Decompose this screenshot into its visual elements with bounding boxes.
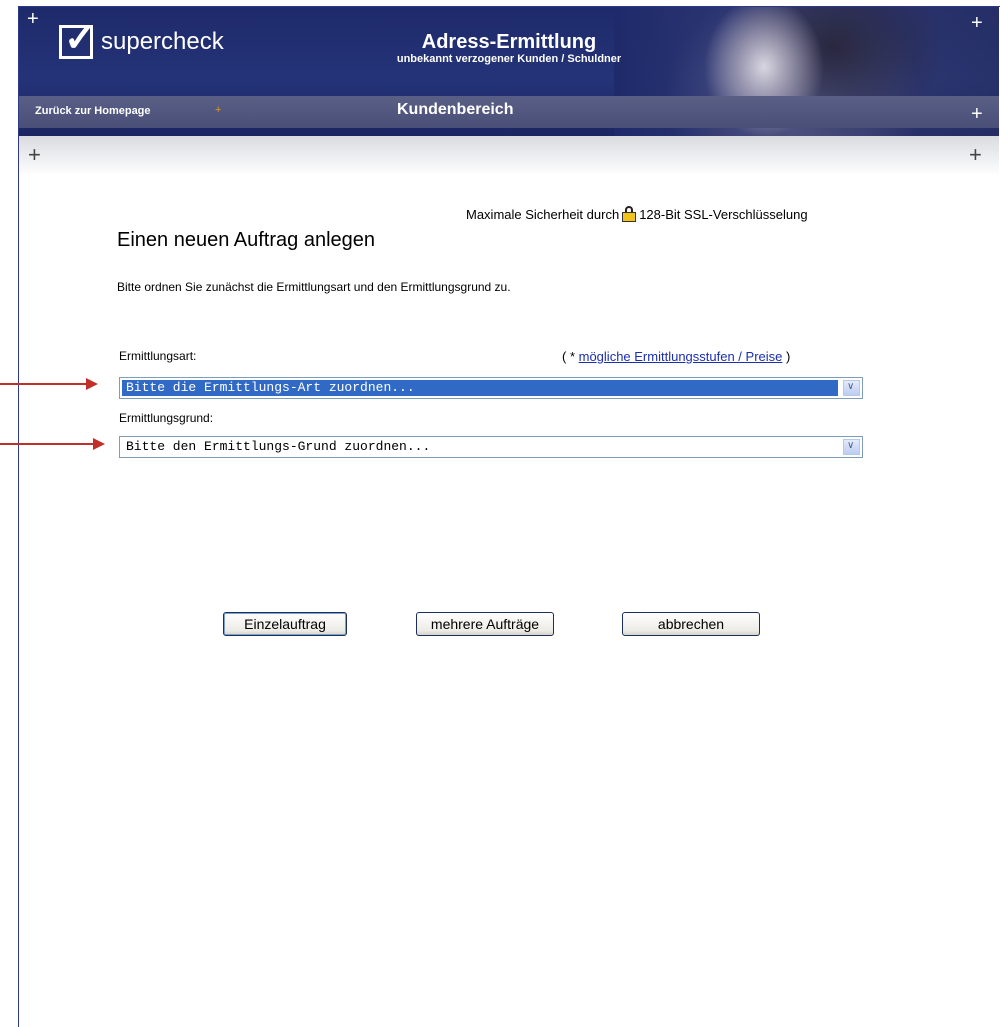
back-to-homepage-link[interactable]: Zurück zur Homepage [35,105,151,117]
section-title: Kundenbereich [397,101,514,118]
checkbox-logo-icon: ✓ [59,20,96,59]
intro-text: Bitte ordnen Sie zunächst die Ermittlung… [117,280,511,294]
plus-ornament: + [27,8,39,30]
annotation-arrow-line [0,383,86,385]
nav-marker: + [215,104,222,116]
nav-bar: Zurück zur Homepage + Kundenbereich + [19,96,999,128]
ermittlungsgrund-label: Ermittlungsgrund: [119,411,214,425]
ermittlungsart-value: Bitte die Ermittlungs-Art zuordnen... [122,380,838,396]
ermittlungsgrund-select[interactable]: Bitte den Ermittlungs-Grund zuordnen... … [119,436,863,458]
logo-text: supercheck [101,28,224,55]
supercheck-logo[interactable]: ✓ supercheck [59,20,224,63]
einzelauftrag-button[interactable]: Einzelauftrag [223,612,347,636]
link-prefix: ( * [562,349,579,364]
page-title: Einen neuen Auftrag anlegen [117,229,375,251]
annotation-arrowhead [93,438,105,450]
chevron-down-icon[interactable]: ∨ [843,380,860,396]
ssl-prefix: Maximale Sicherheit durch [466,206,620,222]
annotation-arrow-line [0,443,93,445]
plus-ornament: + [971,12,983,34]
header-subtitle: unbekannt verzogener Kunden / Schuldner [396,53,622,65]
plus-ornament: + [971,103,983,125]
ssl-suffix: 128-Bit SSL-Verschlüsselung [639,206,808,222]
annotation-arrowhead [86,378,98,390]
plus-ornament: + [969,142,982,167]
lock-icon [622,206,637,222]
link-suffix: ) [782,349,791,364]
prices-link-wrapper: ( * mögliche Ermittlungsstufen / Preise … [562,349,790,364]
header-shadow: + + [19,136,999,176]
chevron-down-icon[interactable]: ∨ [843,439,860,455]
ssl-notice: Maximale Sicherheit durch 128-Bit SSL-Ve… [466,206,808,222]
mehrere-auftraege-button[interactable]: mehrere Aufträge [416,612,554,636]
abbrechen-button[interactable]: abbrechen [622,612,760,636]
ermittlungsart-select[interactable]: Bitte die Ermittlungs-Art zuordnen... ∨ [119,377,863,399]
ermittlungsstufen-preise-link[interactable]: mögliche Ermittlungsstufen / Preise [579,349,783,364]
ermittlungsgrund-value: Bitte den Ermittlungs-Grund zuordnen... [126,439,431,454]
header-title: Adress-Ermittlung [421,31,597,53]
header-title-block: Adress-Ermittlung unbekannt verzogener K… [379,31,639,65]
ermittlungsart-label: Ermittlungsart: [119,349,197,363]
plus-ornament: + [28,142,41,167]
